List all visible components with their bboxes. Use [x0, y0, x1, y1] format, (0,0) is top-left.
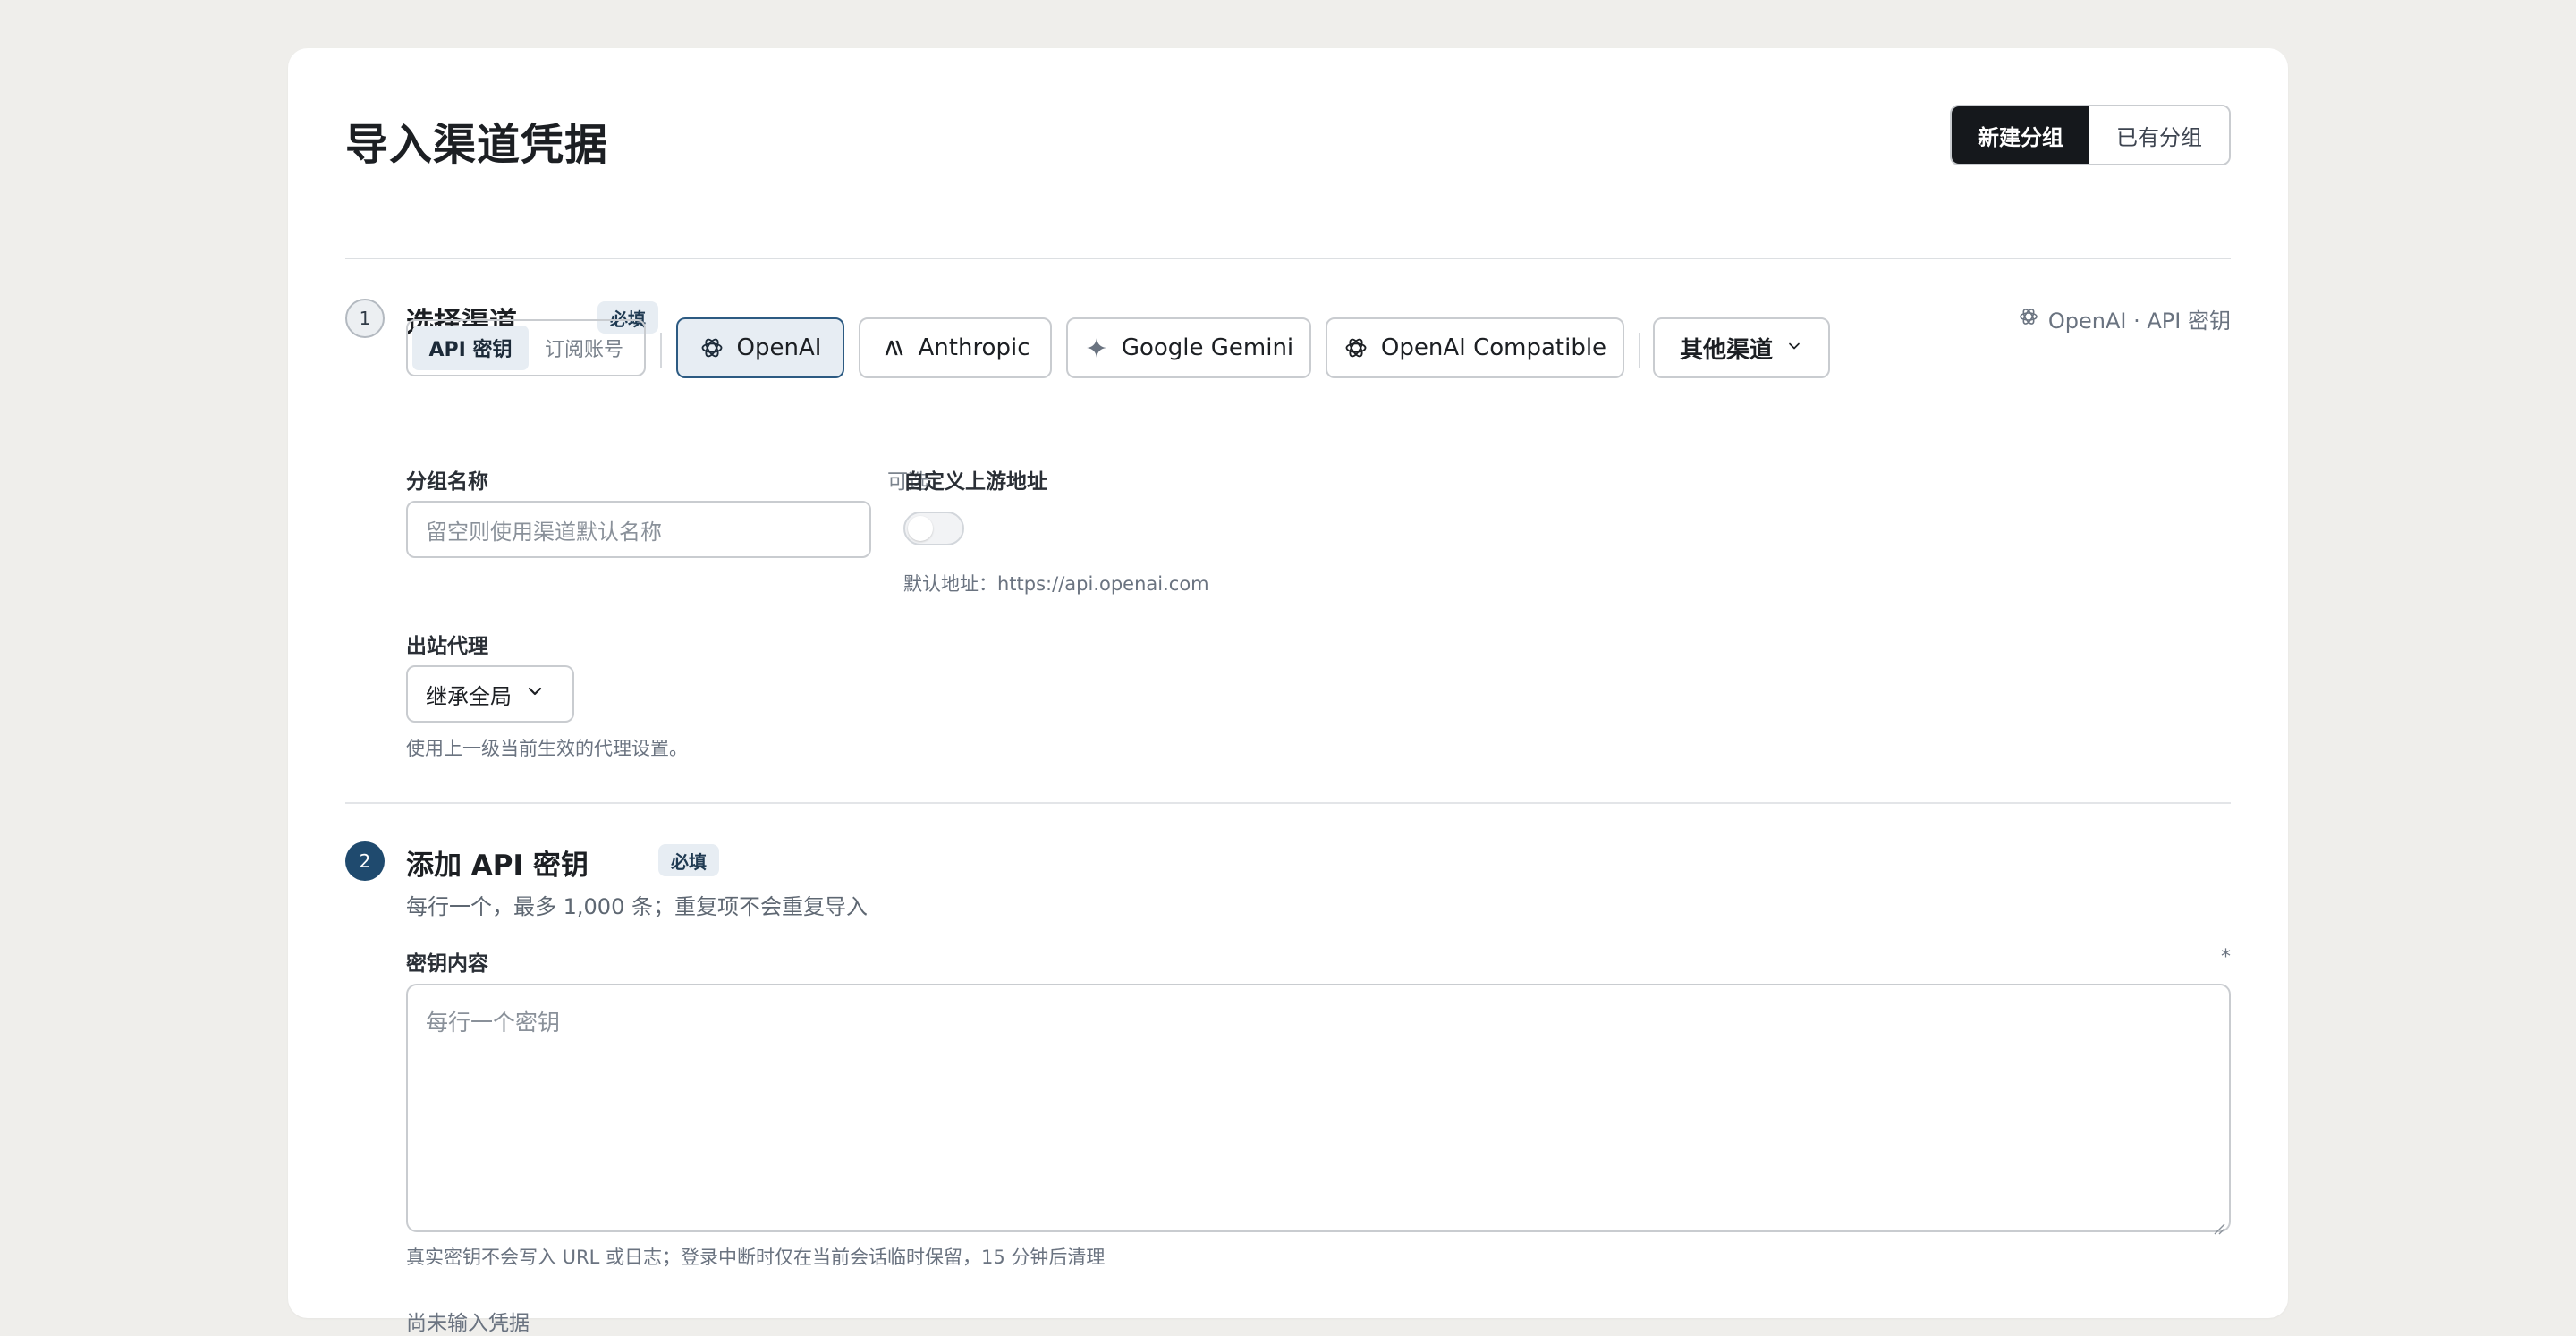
security-note: 真实密钥不会写入 URL 或日志；登录中断时仅在当前会话临时保留，15 分钟后清…: [406, 1247, 1106, 1268]
auth-mode-subscription[interactable]: 订阅账号: [529, 326, 640, 370]
existing-group-button[interactable]: 已有分组: [2089, 106, 2229, 164]
step-2-subtitle: 每行一个，最多 1,000 条；重复项不会重复导入: [406, 894, 868, 919]
more-channels-dropdown[interactable]: 其他渠道: [1653, 317, 1830, 378]
channel-summary: OpenAI · API 密钥: [2018, 303, 2231, 334]
page-title: 导入渠道凭据: [345, 120, 609, 170]
key-placeholder: 每行一个密钥: [426, 1010, 561, 1036]
custom-upstream-label: 自定义上游地址: [903, 470, 1047, 494]
channel-label: OpenAI: [736, 334, 822, 361]
separator: [660, 333, 662, 368]
default-upstream-help: 默认地址：https://api.openai.com: [903, 573, 1209, 595]
openai-icon: [1343, 335, 1368, 360]
section-divider: [345, 802, 2231, 804]
separator: [1639, 333, 1640, 368]
gemini-sparkle-icon: [1084, 335, 1109, 360]
channel-openai-compatible[interactable]: OpenAI Compatible: [1326, 317, 1624, 378]
resize-handle-icon[interactable]: [2213, 1214, 2225, 1235]
channel-label: OpenAI Compatible: [1380, 334, 1607, 361]
channel-label: Google Gemini: [1121, 334, 1294, 361]
channel-label: Anthropic: [918, 334, 1030, 361]
empty-state-text: 尚未输入凭据: [406, 1312, 530, 1335]
openai-icon: [699, 335, 724, 360]
anthropic-icon: [881, 335, 906, 360]
header-divider: [345, 258, 2231, 259]
proxy-help: 使用上一级当前生效的代理设置。: [406, 738, 688, 759]
proxy-value: 继承全局: [426, 683, 512, 709]
custom-upstream-toggle[interactable]: [903, 512, 964, 545]
channel-google-gemini[interactable]: Google Gemini: [1066, 317, 1311, 378]
required-mark: *: [2221, 946, 2231, 968]
toggle-knob: [908, 516, 933, 541]
group-name-label: 分组名称: [406, 470, 488, 494]
auth-mode-api-key[interactable]: API 密钥: [412, 326, 529, 370]
channel-openai[interactable]: OpenAI: [676, 317, 844, 378]
openai-icon: [2018, 306, 2039, 333]
step-number-1: 1: [345, 299, 385, 338]
channel-anthropic[interactable]: Anthropic: [859, 317, 1052, 378]
proxy-select[interactable]: 继承全局: [406, 665, 574, 723]
chevron-down-icon: [1785, 334, 1803, 361]
proxy-label: 出站代理: [406, 635, 488, 658]
required-badge: 必填: [658, 844, 719, 876]
group-mode-toggle: 新建分组 已有分组: [1950, 105, 2231, 165]
channel-summary-text: OpenAI · API 密钥: [2047, 309, 2231, 334]
card-content: 导入渠道凭据 新建分组 已有分组 1 选择渠道 必填 OpenAI · API …: [345, 48, 2231, 1335]
group-name-input[interactable]: 留空则使用渠道默认名称: [406, 501, 871, 558]
key-content-textarea[interactable]: 每行一个密钥: [406, 984, 2231, 1235]
more-channels-label: 其他渠道: [1679, 336, 1773, 364]
import-card: 导入渠道凭据 新建分组 已有分组 1 选择渠道 必填 OpenAI · API …: [288, 48, 2288, 1335]
auth-mode-toggle: API 密钥 订阅账号: [406, 319, 646, 376]
chevron-down-icon: [524, 681, 546, 707]
step-2-title: 添加 API 密钥: [406, 850, 589, 882]
step-number-2: 2: [345, 841, 385, 881]
key-content-label: 密钥内容: [406, 952, 488, 976]
new-group-button[interactable]: 新建分组: [1952, 106, 2089, 164]
